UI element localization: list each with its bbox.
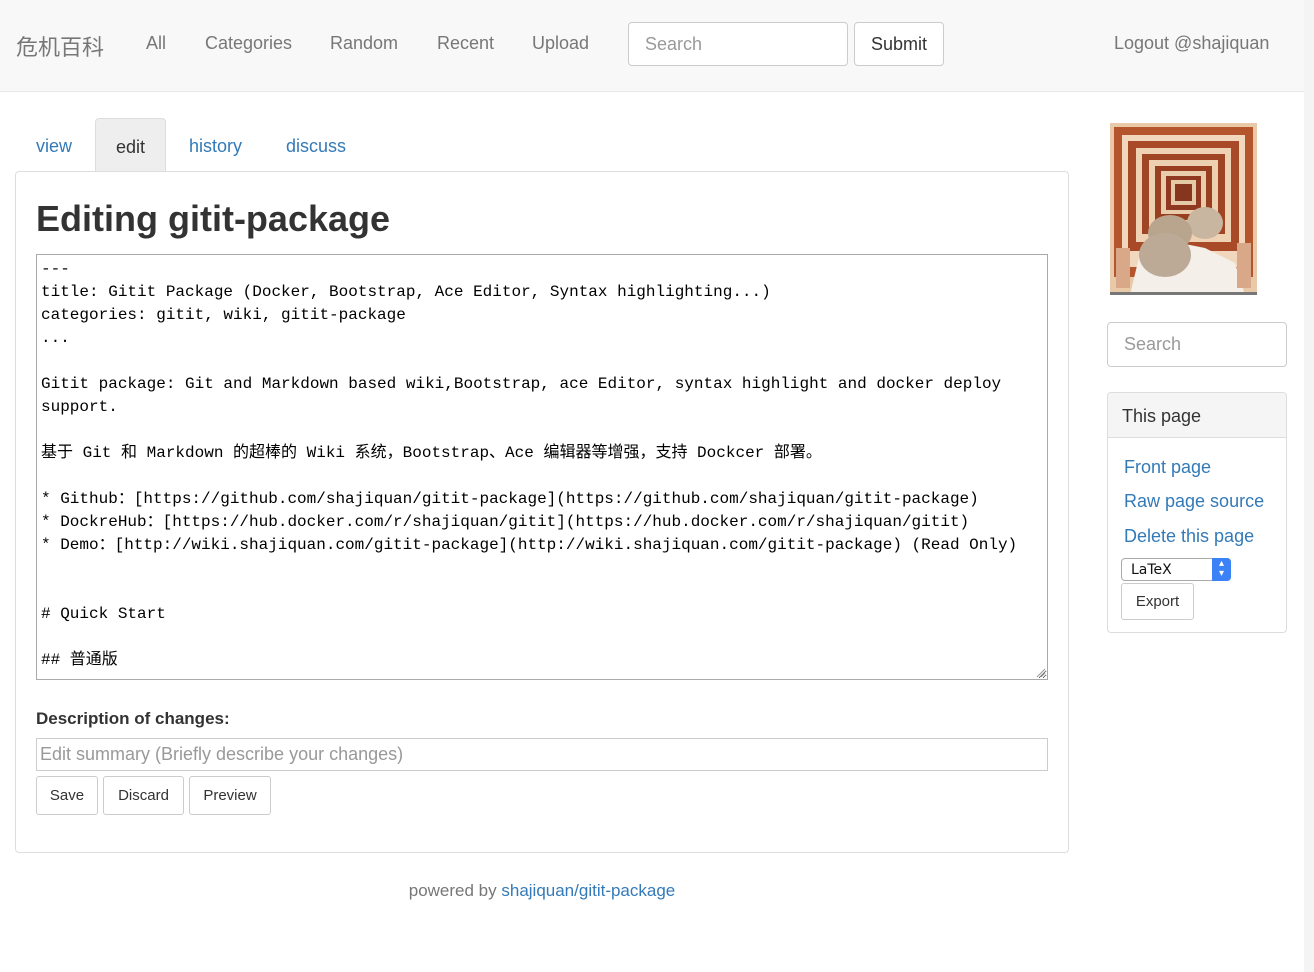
resize-grip-icon[interactable] bbox=[1034, 666, 1046, 678]
preview-button[interactable]: Preview bbox=[189, 776, 271, 815]
nav-link-recent[interactable]: Recent bbox=[437, 33, 494, 54]
logout-link[interactable]: Logout @shajiquan bbox=[1114, 33, 1269, 54]
site-brand[interactable]: 危机百科 bbox=[16, 30, 104, 62]
edit-summary-input[interactable] bbox=[36, 738, 1048, 771]
delete-page-link[interactable]: Delete this page bbox=[1124, 526, 1254, 547]
description-label: Description of changes: bbox=[36, 709, 230, 728]
site-logo-image[interactable] bbox=[1110, 123, 1257, 295]
raw-page-source-link[interactable]: Raw page source bbox=[1124, 491, 1264, 512]
page-source-editor[interactable]: --- title: Gitit Package (Docker, Bootst… bbox=[36, 254, 1048, 680]
sidebar-search-input[interactable] bbox=[1107, 322, 1287, 367]
window-edge bbox=[1304, 0, 1314, 972]
footer-prefix: powered by bbox=[408, 881, 497, 900]
footer: powered by shajiquan/gitit-package bbox=[0, 881, 1084, 901]
select-updown-icon: ▴ ▾ bbox=[1212, 558, 1231, 581]
discard-button[interactable]: Discard bbox=[103, 776, 184, 815]
recursive-frame-picture bbox=[1110, 123, 1257, 292]
top-navbar: 危机百科 All Categories Random Recent Upload… bbox=[0, 0, 1314, 92]
tab-discuss[interactable]: discuss bbox=[266, 118, 366, 172]
tab-history[interactable]: history bbox=[169, 118, 262, 172]
export-button[interactable]: Export bbox=[1121, 583, 1194, 620]
this-page-heading: This page bbox=[1108, 393, 1286, 438]
save-button[interactable]: Save bbox=[36, 776, 98, 815]
nav-link-upload[interactable]: Upload bbox=[532, 33, 589, 54]
front-page-link[interactable]: Front page bbox=[1124, 457, 1211, 478]
export-format-value: LaTeX bbox=[1131, 562, 1172, 578]
export-format-select[interactable]: LaTeX ▴ ▾ bbox=[1121, 558, 1231, 581]
nav-submit-button[interactable]: Submit bbox=[854, 22, 944, 66]
nav-link-random[interactable]: Random bbox=[330, 33, 398, 54]
tab-edit[interactable]: edit bbox=[95, 118, 166, 172]
page-title: Editing gitit-package bbox=[36, 198, 391, 239]
nav-link-all[interactable]: All bbox=[146, 33, 166, 54]
nav-link-categories[interactable]: Categories bbox=[205, 33, 292, 54]
footer-link[interactable]: shajiquan/gitit-package bbox=[501, 881, 675, 900]
nav-search-input[interactable] bbox=[628, 22, 848, 66]
this-page-panel: This page Front page Raw page source Del… bbox=[1107, 392, 1287, 633]
tab-view[interactable]: view bbox=[16, 118, 92, 172]
